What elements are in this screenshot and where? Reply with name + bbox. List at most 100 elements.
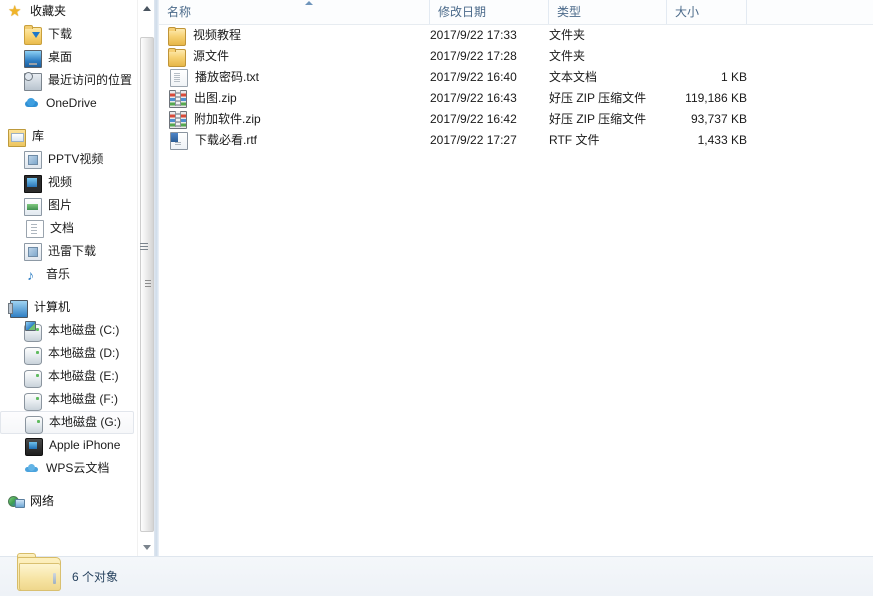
table-row[interactable]: 播放密码.txt 2017/9/22 16:40 文本文档 1 KB xyxy=(159,67,873,88)
file-name-label: 出图.zip xyxy=(194,91,237,105)
file-name-label: 附加软件.zip xyxy=(194,112,261,126)
sidebar-item-libraries[interactable]: 库 xyxy=(0,125,137,148)
sidebar-item-wps-cloud[interactable]: WPS云文档 xyxy=(0,457,137,480)
sidebar-item-videos[interactable]: 视频 xyxy=(0,171,137,194)
file-date-cell: 2017/9/22 16:40 xyxy=(430,70,517,84)
nav-group-network: 网络 xyxy=(0,490,137,513)
file-type-cell: RTF 文件 xyxy=(549,133,600,147)
sidebar-item-label: 文档 xyxy=(50,221,75,235)
scrollbar-track[interactable] xyxy=(139,17,154,539)
sidebar-item-drive-c[interactable]: 本地磁盘 (C:) xyxy=(0,319,137,342)
sidebar-item-label: OneDrive xyxy=(46,96,97,110)
sidebar-item-label: 下载 xyxy=(48,27,73,41)
file-name-cell[interactable]: 源文件 xyxy=(168,46,229,67)
explorer-window: 收藏夹 下载 桌面 最近访问的位置 OneDrive 库 PPTV视频 视频 图… xyxy=(0,0,873,596)
navigation-scrollbar[interactable] xyxy=(137,0,155,556)
scrollbar-grip-icon xyxy=(145,279,151,290)
table-row[interactable]: 源文件 2017/9/22 17:28 文件夹 xyxy=(159,46,873,67)
file-name-label: 播放密码.txt xyxy=(195,70,260,84)
file-type-cell: 好压 ZIP 压缩文件 xyxy=(549,112,647,126)
sidebar-item-onedrive[interactable]: OneDrive xyxy=(0,92,137,115)
sidebar-item-label: 网络 xyxy=(30,494,55,508)
sidebar-item-desktop[interactable]: 桌面 xyxy=(0,46,137,69)
sidebar-item-drive-g[interactable]: 本地磁盘 (G:) xyxy=(0,411,134,434)
computer-icon xyxy=(8,299,28,318)
drive-icon xyxy=(24,346,42,365)
file-name-cell[interactable]: 视频教程 xyxy=(168,25,241,46)
column-header-name[interactable]: 名称 xyxy=(159,0,430,24)
sidebar-item-drive-e[interactable]: 本地磁盘 (E:) xyxy=(0,365,137,388)
sidebar-item-label: 桌面 xyxy=(48,50,73,64)
sidebar-item-music[interactable]: 音乐 xyxy=(0,263,137,286)
file-name-cell[interactable]: 播放密码.txt xyxy=(168,67,259,88)
zip-file-icon xyxy=(169,90,187,108)
sidebar-item-label: 本地磁盘 (D:) xyxy=(48,346,120,360)
table-row[interactable]: 出图.zip 2017/9/22 16:43 好压 ZIP 压缩文件 119,1… xyxy=(159,88,873,109)
navigation-pane[interactable]: 收藏夹 下载 桌面 最近访问的位置 OneDrive 库 PPTV视频 视频 图… xyxy=(0,0,137,556)
text-file-icon xyxy=(170,69,188,87)
sidebar-item-label: Apple iPhone xyxy=(49,438,121,452)
sidebar-item-drive-f[interactable]: 本地磁盘 (F:) xyxy=(0,388,137,411)
sidebar-item-label: 计算机 xyxy=(34,300,71,314)
file-date-cell: 2017/9/22 17:27 xyxy=(430,133,517,147)
status-bar: 6 个对象 xyxy=(0,553,873,596)
folder-icon xyxy=(168,48,186,67)
nav-group-computer: 计算机 本地磁盘 (C:) 本地磁盘 (D:) 本地磁盘 (E:) 本地磁盘 (… xyxy=(0,296,137,480)
scroll-down-button[interactable] xyxy=(138,539,155,556)
file-size-cell: 119,186 KB xyxy=(685,91,747,105)
file-date-cell: 2017/9/22 17:28 xyxy=(430,49,517,63)
scrollbar-thumb[interactable] xyxy=(140,37,154,532)
sidebar-item-label: 最近访问的位置 xyxy=(48,73,133,87)
sidebar-item-label: 本地磁盘 (C:) xyxy=(48,323,120,337)
sidebar-item-favorites[interactable]: 收藏夹 xyxy=(0,0,137,23)
folder-icon xyxy=(168,27,186,46)
sidebar-item-drive-d[interactable]: 本地磁盘 (D:) xyxy=(0,342,137,365)
iphone-icon xyxy=(25,437,43,456)
file-list-pane[interactable]: 名称 修改日期 类型 大小 视频教程 2017/9/22 17:33 文件夹 源… xyxy=(159,0,873,556)
file-name-cell[interactable]: 下载必看.rtf xyxy=(168,130,257,151)
file-size-cell xyxy=(667,25,747,46)
file-name-cell[interactable]: 出图.zip xyxy=(168,88,237,109)
library-icon xyxy=(8,128,26,147)
sidebar-item-apple-iphone[interactable]: Apple iPhone xyxy=(0,434,137,457)
system-drive-icon xyxy=(24,320,42,342)
sidebar-item-computer[interactable]: 计算机 xyxy=(0,296,137,319)
column-header-date-modified[interactable]: 修改日期 xyxy=(430,0,549,24)
chevron-up-icon xyxy=(143,6,151,11)
wps-cloud-icon xyxy=(24,461,40,477)
file-name-label: 视频教程 xyxy=(193,28,242,42)
file-date-cell: 2017/9/22 16:42 xyxy=(430,112,517,126)
sidebar-item-recent-places[interactable]: 最近访问的位置 xyxy=(0,69,137,92)
sidebar-item-label: 视频 xyxy=(48,175,73,189)
sidebar-item-pptv-video[interactable]: PPTV视频 xyxy=(0,148,137,171)
desktop-icon xyxy=(24,49,42,68)
table-row[interactable]: 附加软件.zip 2017/9/22 16:42 好压 ZIP 压缩文件 93,… xyxy=(159,109,873,130)
star-icon xyxy=(8,4,24,20)
splitter-grip-icon xyxy=(140,243,148,254)
sidebar-item-pictures[interactable]: 图片 xyxy=(0,194,137,217)
sidebar-item-downloads[interactable]: 下载 xyxy=(0,23,137,46)
file-size-cell: 1,433 KB xyxy=(697,133,747,147)
column-header-type[interactable]: 类型 xyxy=(549,0,667,24)
network-icon xyxy=(8,495,25,511)
sidebar-item-label: 本地磁盘 (G:) xyxy=(49,415,121,429)
sidebar-item-label: 本地磁盘 (E:) xyxy=(48,369,119,383)
table-row[interactable]: 视频教程 2017/9/22 17:33 文件夹 xyxy=(159,25,873,46)
documents-icon xyxy=(26,220,44,238)
column-header-size[interactable]: 大小 xyxy=(667,0,747,24)
sidebar-item-network[interactable]: 网络 xyxy=(0,490,137,513)
file-name-cell[interactable]: 附加软件.zip xyxy=(168,109,261,130)
video-film-icon xyxy=(24,174,42,193)
file-size-cell: 93,737 KB xyxy=(690,112,747,126)
pictures-icon xyxy=(24,197,42,216)
file-size-cell xyxy=(667,46,747,67)
table-row[interactable]: 下载必看.rtf 2017/9/22 17:27 RTF 文件 1,433 KB xyxy=(159,130,873,151)
scroll-up-button[interactable] xyxy=(138,0,155,17)
sidebar-item-label: 迅雷下载 xyxy=(48,244,97,258)
sidebar-item-documents[interactable]: 文档 xyxy=(0,217,137,240)
onedrive-cloud-icon xyxy=(24,96,40,112)
sidebar-item-thunder-download[interactable]: 迅雷下载 xyxy=(0,240,137,263)
